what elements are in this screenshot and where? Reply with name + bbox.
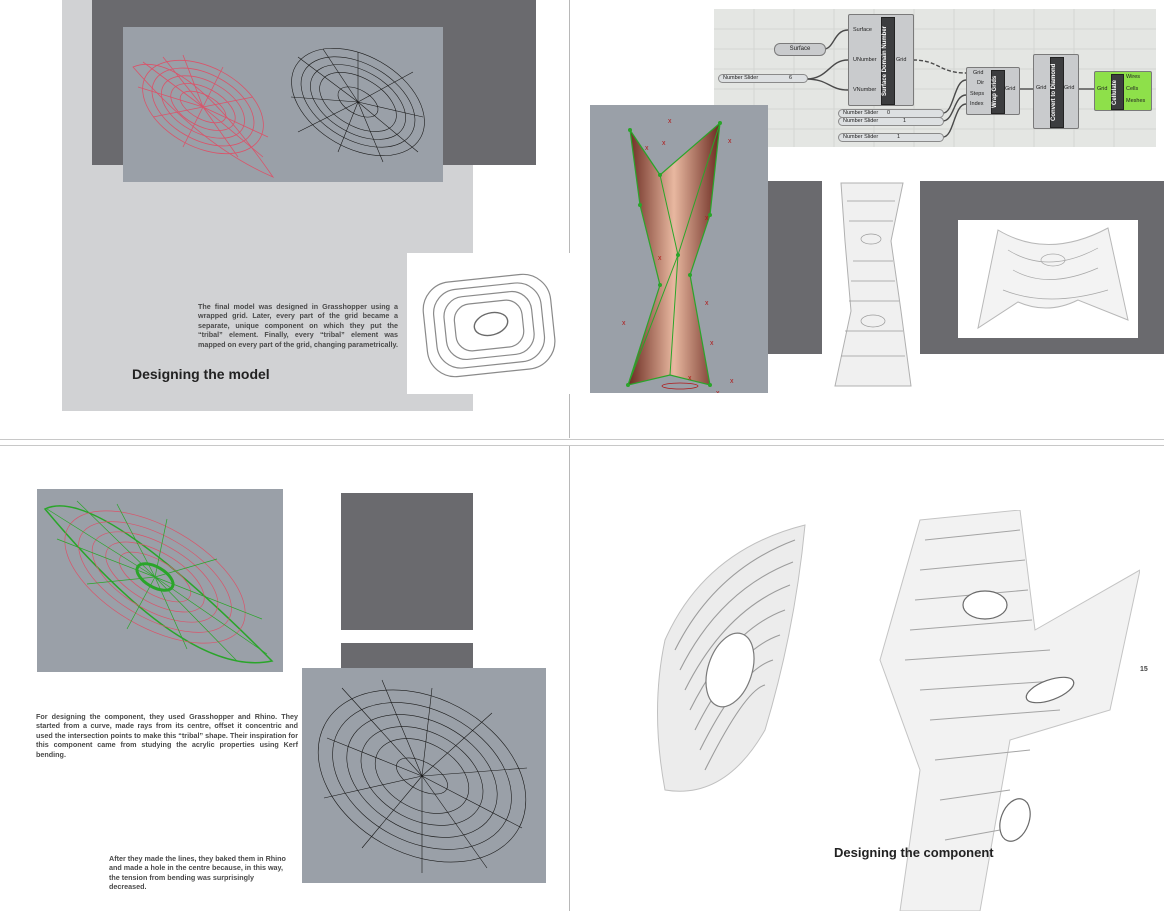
spread-divider-bottom [569, 446, 570, 911]
sdn-input-surface: Surface [853, 27, 872, 33]
canopy-white-render [977, 227, 1129, 330]
cellulate-output-meshes: Meshes [1126, 98, 1146, 104]
baked-tribal-render [317, 679, 528, 873]
slider-b-label: Number Slider [843, 118, 879, 124]
convert-to-diamond-node[interactable]: Grid Convert to Diamond Grid [1033, 54, 1079, 129]
sdn-title: Surface Domain Number [881, 17, 895, 105]
diamond-input-grid: Grid [1036, 85, 1047, 91]
svg-text:x: x [716, 390, 720, 393]
rays-construction-render [43, 500, 274, 664]
red-tribal-grid [132, 54, 275, 178]
tower-white-render [834, 182, 912, 387]
diamond-title-text: Convert to Diamond [1051, 63, 1057, 122]
slider-a-value: 0 [887, 110, 891, 116]
slider-label: Number Slider [723, 75, 759, 81]
svg-text:x: x [705, 300, 709, 307]
rhino-viewport-grid [123, 27, 443, 182]
component-render-left [645, 510, 820, 810]
grasshopper-canvas: Surface Number Slider 6 Surface UNumber … [714, 9, 1156, 147]
tower-render [823, 181, 920, 393]
sdn-output-grid: Grid [896, 57, 907, 63]
wrap-output-grid: Grid [1005, 86, 1016, 92]
dark-block-right-1 [768, 181, 822, 354]
canopy-render [958, 220, 1138, 338]
curved-component-render [657, 524, 806, 792]
page-divider-2 [0, 445, 1164, 446]
model-heading: Designing the model [132, 366, 270, 382]
svg-text:x: x [728, 138, 732, 145]
rhino-viewport-baked [302, 668, 546, 883]
svg-text:x: x [668, 118, 672, 125]
sdn-input-u: UNumber [853, 57, 877, 63]
cellulate-node[interactable]: Grid Cellulate Wires Cells Meshes [1094, 71, 1152, 111]
sdn-input-v: VNumber [853, 87, 877, 93]
number-slider-u[interactable]: Number Slider 6 [718, 74, 808, 83]
black-tribal-grid [290, 48, 425, 163]
slider-a-label: Number Slider [843, 110, 879, 116]
sdn-title-text: Surface Domain Number [882, 25, 888, 97]
slider-c-value: 1 [897, 134, 901, 140]
tribal-element-render [407, 253, 571, 394]
dark-block-left-2 [341, 643, 473, 668]
cellulate-output-cells: Cells [1126, 86, 1139, 92]
component-description-1: For designing the component, they used G… [36, 712, 298, 759]
wrap-input-index: Index [970, 101, 984, 107]
cellulate-input-grid: Grid [1097, 86, 1108, 92]
svg-text:x: x [658, 255, 662, 262]
slider-c-label: Number Slider [843, 134, 879, 140]
page-divider [0, 439, 1164, 440]
number-slider-steps[interactable]: Number Slider 1 [838, 117, 944, 126]
surface-param-label: Surface [789, 46, 811, 52]
svg-text:x: x [710, 340, 714, 347]
model-description: The final model was designed in Grasshop… [198, 302, 398, 349]
cellulate-title-text: Cellulate [1112, 79, 1118, 105]
svg-text:x: x [688, 375, 692, 382]
tower-surface-render: x x x x x x x x x x x x [622, 118, 734, 397]
component-heading: Designing the component [834, 845, 994, 860]
svg-text:x: x [730, 378, 734, 385]
rhino-viewport-tower: x x x x x x x x x x x x [590, 105, 768, 397]
wrap-input-grid: Grid [973, 70, 984, 76]
page-number: 15 [1140, 666, 1148, 673]
svg-text:x: x [705, 215, 709, 222]
svg-text:x: x [622, 320, 626, 327]
svg-text:x: x [645, 145, 649, 152]
component-render [422, 273, 556, 378]
surface-param-node[interactable]: Surface [774, 43, 826, 56]
cellulate-output-wires: Wires [1126, 74, 1141, 80]
wrap-input-dir: Dir [977, 80, 985, 86]
wrap-title-text: Wrap Grids [992, 75, 998, 109]
svg-text:x: x [662, 140, 666, 147]
diamond-output-grid: Grid [1064, 85, 1075, 91]
surface-domain-number-node[interactable]: Surface UNumber VNumber Surface Domain N… [848, 14, 914, 106]
wrapped-grid-render [132, 48, 425, 178]
number-slider-index[interactable]: Number Slider 1 [838, 133, 944, 142]
dark-block-left-1 [341, 493, 473, 630]
diamond-title: Convert to Diamond [1050, 57, 1064, 128]
component-description-2: After they made the lines, they baked th… [109, 854, 286, 892]
rhino-viewport-rays [37, 489, 283, 672]
wrap-title: Wrap Grids [991, 70, 1005, 114]
wrap-grids-node[interactable]: Grid Dir Steps Index Wrap Grids Grid [966, 67, 1020, 115]
cellulate-title: Cellulate [1111, 74, 1124, 110]
slider-value: 6 [789, 75, 793, 81]
wrap-input-steps: Steps [970, 91, 985, 97]
slider-b-value: 1 [903, 118, 907, 124]
